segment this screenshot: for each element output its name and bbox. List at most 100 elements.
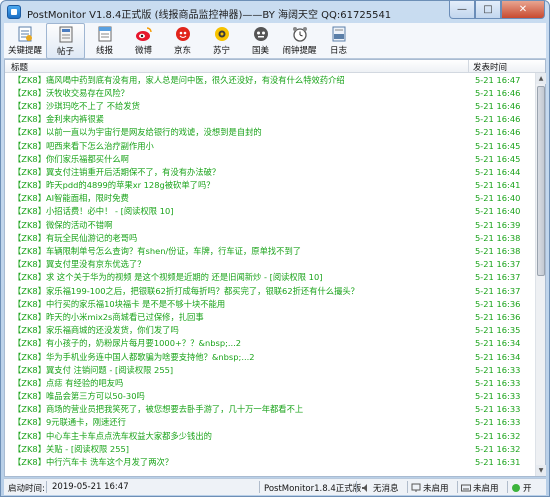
list-row[interactable]: 【ZK8】你们家乐福都买什么啊 5-21 16:45 [5, 152, 535, 165]
post-title[interactable]: 【ZK8】以前一直以为宇宙行是网友给银行的戏谑，没想到是自封的 [5, 126, 471, 138]
tool-label: 帖子 [56, 47, 74, 57]
tool-deals[interactable]: 线报 [85, 23, 124, 59]
scroll-thumb[interactable] [537, 86, 545, 276]
tool-log[interactable]: 日志 [319, 23, 358, 59]
list-row[interactable]: 【ZK8】翼支付里没有京东优选了？ 5-21 16:37 [5, 258, 535, 271]
post-title[interactable]: 【ZK8】车辆限制单号怎么查询？有shen/份证，车牌，行车证，原单找不到了 [5, 245, 471, 257]
list-row[interactable]: 【ZK8】以前一直以为宇宙行是网友给银行的戏谑，没想到是自封的 5-21 16:4… [5, 126, 535, 139]
status-bar: 启动时间: 2019-05-21 16:47 PostMonitor1.8.4正… [4, 478, 546, 495]
list-row[interactable]: 【ZK8】家乐福商城的还没发货，你们发了吗 5-21 16:35 [5, 324, 535, 337]
list-row[interactable]: 【ZK8】有小孩子的，奶粉尿片每月要1000+？？&nbsp;...2 5-21 … [5, 337, 535, 350]
tool-alarm[interactable]: 闹钟提醒 [280, 23, 319, 59]
post-title[interactable]: 【ZK8】华为手机业务连中国人都歌骗为啥要支持他？&nbsp;...2 [5, 351, 471, 363]
start-time-label: 启动时间: [8, 484, 45, 494]
maximize-button[interactable]: □ [475, 1, 501, 19]
list-row[interactable]: 【ZK8】小招话费！必中！ - [阅读权限 10] 5-21 16:40 [5, 205, 535, 218]
post-title[interactable]: 【ZK8】翼支付里没有京东优选了？ [5, 258, 471, 270]
scroll-down-arrow-icon[interactable]: ▼ [536, 465, 546, 476]
tool-keyword-alert[interactable]: 关键提醒 [4, 23, 46, 59]
hotkey-status[interactable]: 未启用 [461, 482, 499, 496]
post-title[interactable]: 【ZK8】沃牧收交易存在风险？ [5, 87, 471, 99]
post-title[interactable]: 【ZK8】中心车主卡车点点洗车权益大家都多少钱出的 [5, 430, 471, 442]
fullscreen-status[interactable]: 未启用 [411, 482, 449, 496]
sound-status[interactable]: 无消息 [361, 482, 399, 496]
monitor-status[interactable]: 开 [511, 482, 532, 496]
list-row[interactable]: 【ZK8】沙琪玛吃不上了 不给发货 5-21 16:46 [5, 99, 535, 112]
title-bar[interactable]: PostMonitor V1.8.4正式版 (线报商品监控神器)——BY 海阔天… [1, 1, 549, 23]
post-title[interactable]: 【ZK8】9元联通卡，刚速还行 [5, 416, 471, 428]
list-row[interactable]: 【ZK8】中心车主卡车点点洗车权益大家都多少钱出的 5-21 16:32 [5, 429, 535, 442]
tool-gome[interactable]: 国美 [241, 23, 280, 59]
post-title[interactable]: 【ZK8】AI智能面相，限时免费 [5, 192, 471, 204]
minimize-button[interactable]: — [449, 1, 475, 19]
post-title[interactable]: 【ZK8】翼支付 注销问题 - [阅读权限 255] [5, 364, 471, 376]
post-title[interactable]: 【ZK8】关贴 - [阅读权限 255] [5, 443, 471, 455]
scroll-up-arrow-icon[interactable]: ▲ [536, 73, 546, 84]
list-row[interactable]: 【ZK8】车辆限制单号怎么查询？有shen/份证，车牌，行车证，原单找不到了 5-… [5, 244, 535, 257]
post-title[interactable]: 【ZK8】商场的营业员把我笑死了，被您想要去卧手游了，几十万一年都看不上 [5, 403, 471, 415]
post-title[interactable]: 【ZK8】点痣 有经验的吧友吗 [5, 377, 471, 389]
post-time: 5-21 16:32 [475, 430, 521, 441]
tool-posts[interactable]: 帖子 [46, 23, 85, 59]
post-title[interactable]: 【ZK8】你们家乐福都买什么啊 [5, 153, 471, 165]
post-title[interactable]: 【ZK8】求 这个关于华为的视频 是这个视频是近期的 还是旧闻新炒 - [阅读权… [5, 271, 471, 283]
post-title[interactable]: 【ZK8】家乐福199-100之后，把银联62折打成每折吗？都买完了，银联62折… [5, 285, 471, 297]
list-row[interactable]: 【ZK8】沃牧收交易存在风险？ 5-21 16:46 [5, 86, 535, 99]
post-title[interactable]: 【ZK8】家乐福商城的还没发货，你们发了吗 [5, 324, 471, 336]
list-row[interactable]: 【ZK8】9元联通卡，刚速还行 5-21 16:33 [5, 416, 535, 429]
close-button[interactable]: ✕ [501, 1, 545, 19]
list-row[interactable]: 【ZK8】家乐福199-100之后，把银联62折打成每折吗？都买完了，银联62折… [5, 284, 535, 297]
list-row[interactable]: 【ZK8】华为手机业务连中国人都歌骗为啥要支持他？&nbsp;...2 5-21 … [5, 350, 535, 363]
list-row[interactable]: 【ZK8】中行买的家乐福10块福卡 是不是不够十块不能用 5-21 16:36 [5, 297, 535, 310]
post-title[interactable]: 【ZK8】沙琪玛吃不上了 不给发货 [5, 100, 471, 112]
tool-label: 关键提醒 [7, 46, 42, 56]
tool-weibo[interactable]: 微博 [124, 23, 163, 59]
list-row[interactable]: 【ZK8】中行汽车卡 洗车这个月发了两次？ 5-21 16:31 [5, 455, 535, 468]
vertical-scrollbar[interactable]: ▲ ▼ [535, 73, 546, 476]
list-row[interactable]: 【ZK8】翼支付 注销问题 - [阅读权限 255] 5-21 16:33 [5, 363, 535, 376]
list-row[interactable]: 【ZK8】金利来内裤很紧 5-21 16:46 [5, 113, 535, 126]
post-list[interactable]: 标题 发表时间 【ZK8】痛风喝中药到底有没有用，家人总是问中医，很久还没好，有… [4, 59, 546, 477]
hotkey-status-text: 未启用 [473, 484, 499, 494]
post-title[interactable]: 【ZK8】昨天的小米mix2s商城看已过保修，扎回事 [5, 311, 471, 323]
post-time: 5-21 16:31 [475, 457, 521, 468]
post-title[interactable]: 【ZK8】中行买的家乐福10块福卡 是不是不够十块不能用 [5, 298, 471, 310]
list-row[interactable]: 【ZK8】有玩全民仙游记的老哥吗 5-21 16:38 [5, 231, 535, 244]
post-title[interactable]: 【ZK8】小招话费！必中！ - [阅读权限 10] [5, 205, 471, 217]
list-row[interactable]: 【ZK8】求 这个关于华为的视频 是这个视频是近期的 还是旧闻新炒 - [阅读权… [5, 271, 535, 284]
tool-jd[interactable]: 京东 [163, 23, 202, 59]
post-title[interactable]: 【ZK8】痛风喝中药到底有没有用，家人总是问中医，很久还没好，有没有什么特效药介… [5, 74, 471, 86]
list-row[interactable]: 【ZK8】翼支付注销重开后活期保不了，有没有办法破？ 5-21 16:44 [5, 165, 535, 178]
list-row[interactable]: 【ZK8】唯品会第三方可以50-30吗 5-21 16:33 [5, 390, 535, 403]
list-row[interactable]: 【ZK8】昨天pdd的4899的苹果xr 128g被砍单了吗？ 5-21 16:4… [5, 179, 535, 192]
post-time: 5-21 16:33 [475, 404, 521, 415]
list-row[interactable]: 【ZK8】AI智能面相，限时免费 5-21 16:40 [5, 192, 535, 205]
column-divider[interactable] [468, 60, 469, 73]
post-title[interactable]: 【ZK8】唯品会第三方可以50-30吗 [5, 390, 471, 402]
divider [507, 481, 508, 493]
post-title[interactable]: 【ZK8】中行汽车卡 洗车这个月发了两次？ [5, 456, 471, 468]
list-row[interactable]: 【ZK8】点痣 有经验的吧友吗 5-21 16:33 [5, 376, 535, 389]
post-time: 5-21 16:33 [475, 417, 521, 428]
divider [46, 481, 47, 493]
post-title[interactable]: 【ZK8】翼支付注销重开后活期保不了，有没有办法破？ [5, 166, 471, 178]
post-title[interactable]: 【ZK8】金利来内裤很紧 [5, 113, 471, 125]
column-header-title[interactable]: 标题 [11, 61, 28, 73]
version-text: PostMonitor1.8.4正式版 [264, 484, 362, 494]
post-title[interactable]: 【ZK8】有小孩子的，奶粉尿片每月要1000+？？&nbsp;...2 [5, 337, 471, 349]
list-row[interactable]: 【ZK8】痛风喝中药到底有没有用，家人总是问中医，很久还没好，有没有什么特效药介… [5, 73, 535, 86]
tool-label: 线报 [95, 46, 113, 56]
list-row[interactable]: 【ZK8】微保的活动不错啊 5-21 16:39 [5, 218, 535, 231]
list-row[interactable]: 【ZK8】商场的营业员把我笑死了，被您想要去卧手游了，几十万一年都看不上 5-21… [5, 403, 535, 416]
post-title[interactable]: 【ZK8】有玩全民仙游记的老哥吗 [5, 232, 471, 244]
deals-icon [95, 25, 115, 43]
post-time: 5-21 16:45 [475, 140, 521, 151]
list-row[interactable]: 【ZK8】关贴 - [阅读权限 255] 5-21 16:32 [5, 442, 535, 455]
post-title[interactable]: 【ZK8】昨天pdd的4899的苹果xr 128g被砍单了吗？ [5, 179, 471, 191]
post-title[interactable]: 【ZK8】吧西来看下怎么治疗副作用小 [5, 140, 471, 152]
list-row[interactable]: 【ZK8】昨天的小米mix2s商城看已过保修，扎回事 5-21 16:36 [5, 310, 535, 323]
list-row[interactable]: 【ZK8】吧西来看下怎么治疗副作用小 5-21 16:45 [5, 139, 535, 152]
tool-suning[interactable]: 苏宁 [202, 23, 241, 59]
post-title[interactable]: 【ZK8】微保的活动不错啊 [5, 219, 471, 231]
column-header-time[interactable]: 发表时间 [473, 61, 507, 73]
